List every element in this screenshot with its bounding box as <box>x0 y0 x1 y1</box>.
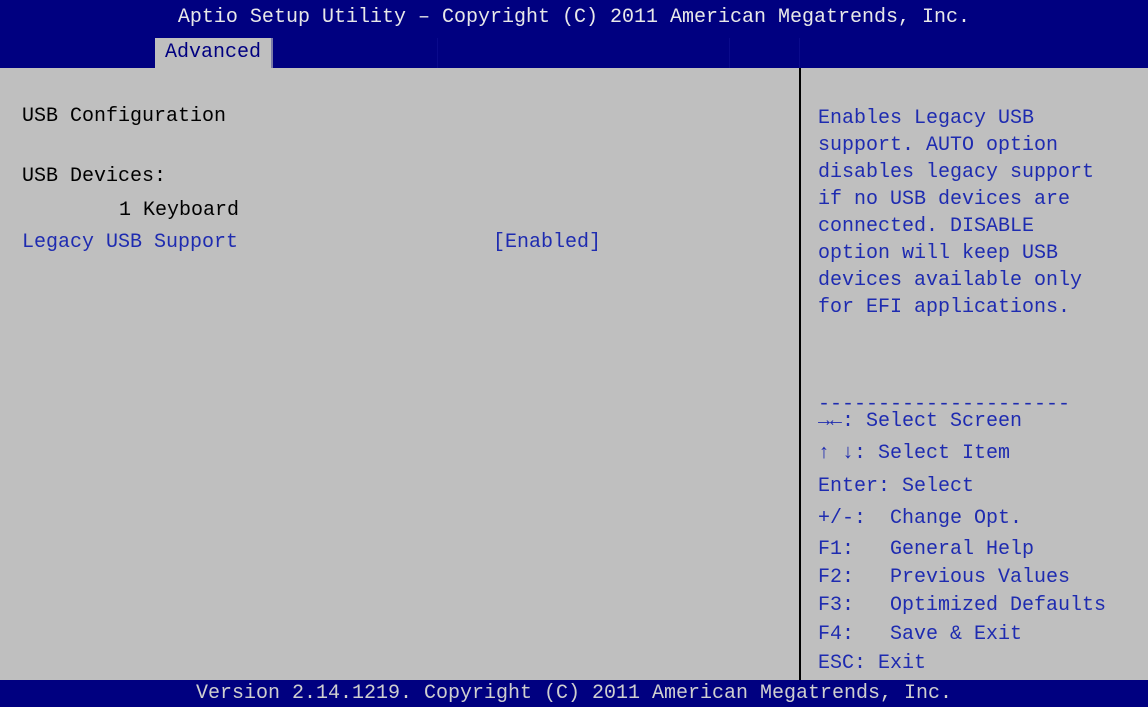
help-text-line: Enables Legacy USB <box>818 107 1035 130</box>
key-hint-esc: ESC: Exit <box>818 652 927 675</box>
version-text: Version 2.14.1219. Copyright (C) 2011 Am… <box>195 682 953 705</box>
window-title: Aptio Setup Utility – Copyright (C) 2011… <box>177 6 971 29</box>
legacy-usb-support-value[interactable]: [Enabled] <box>493 230 601 256</box>
help-text-line: if no USB devices are <box>818 188 1071 211</box>
key-hint-f4: F4: Save & Exit <box>818 623 1023 646</box>
help-text-line: disables legacy support <box>818 161 1095 184</box>
section-title: USB Configuration <box>22 105 227 128</box>
key-hint-select-screen: →←: Select Screen <box>818 410 1023 433</box>
header-separator <box>729 38 730 68</box>
header-separator <box>799 38 800 68</box>
key-hint-f2: F2: Previous Values <box>818 566 1071 589</box>
help-text-line: devices available only <box>818 269 1083 292</box>
key-hint-enter: Enter: Select <box>818 475 975 498</box>
legacy-usb-support-setting[interactable]: Legacy USB Support <box>22 230 238 256</box>
panel-divider <box>799 68 801 680</box>
tab-advanced[interactable]: Advanced <box>155 38 271 68</box>
bios-screen: Aptio Setup Utility – Copyright (C) 2011… <box>0 0 1148 707</box>
help-text-line: connected. DISABLE <box>818 215 1035 238</box>
arrow-left-right-icon: →← <box>818 410 843 433</box>
key-hint-select-item: ↑ ↓: Select Item <box>818 442 1011 465</box>
footer-bar: Version 2.14.1219. Copyright (C) 2011 Am… <box>0 680 1148 707</box>
usb-device-entry: 1 Keyboard <box>119 199 240 222</box>
header-separator <box>437 38 438 68</box>
help-text-line: support. AUTO option <box>818 134 1059 157</box>
usb-devices-label: USB Devices: <box>22 165 167 188</box>
key-hint-change-opt: +/-: Change Opt. <box>818 507 1023 530</box>
help-text-line: option will keep USB <box>818 242 1059 265</box>
help-text-line: for EFI applications. <box>818 296 1071 319</box>
tab-divider <box>271 38 273 68</box>
key-hint-f3: F3: Optimized Defaults <box>818 594 1107 617</box>
header-bar: Aptio Setup Utility – Copyright (C) 2011… <box>0 0 1148 68</box>
key-hint-f1: F1: General Help <box>818 538 1035 561</box>
arrow-up-down-icon: ↑ ↓ <box>818 442 855 465</box>
